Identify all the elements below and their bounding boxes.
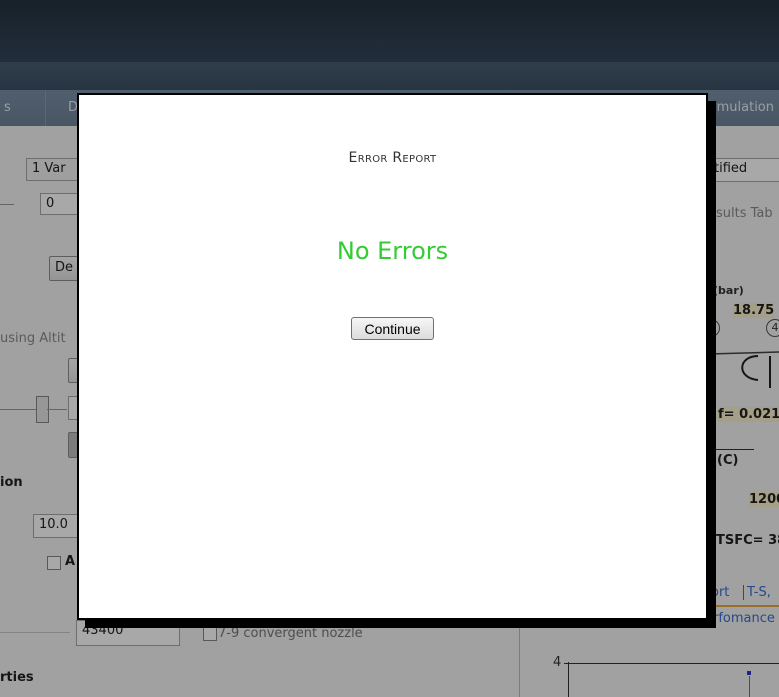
continue-button[interactable]: Continue (351, 317, 434, 340)
app-page: s D imulation 1 Var 0 De using Altit ion… (0, 0, 779, 697)
dialog-title: Error Report (348, 150, 437, 166)
no-errors-message: No Errors (336, 237, 449, 265)
error-report-dialog: Error Report No Errors Continue (77, 93, 708, 620)
